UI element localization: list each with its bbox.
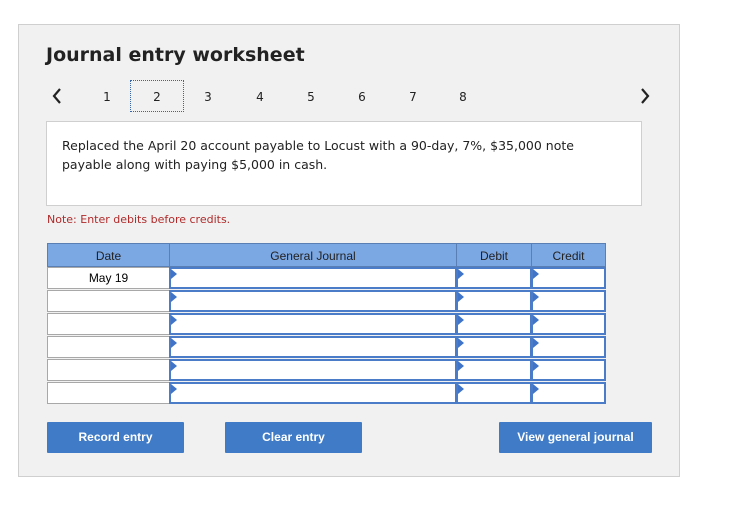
journal-account-input[interactable] <box>169 382 457 404</box>
step-4[interactable]: 4 <box>249 86 271 108</box>
worksheet-title: Journal entry worksheet <box>46 44 305 66</box>
transaction-description-box: Replaced the April 20 account payable to… <box>46 121 642 206</box>
debit-input[interactable] <box>456 382 532 404</box>
next-arrow-icon[interactable] <box>638 86 652 106</box>
header-general-journal: General Journal <box>169 243 457 267</box>
step-1[interactable]: 1 <box>96 86 118 108</box>
step-6[interactable]: 6 <box>351 86 373 108</box>
journal-account-input[interactable] <box>169 313 457 335</box>
journal-account-input[interactable] <box>169 336 457 358</box>
credit-input[interactable] <box>531 336 606 358</box>
header-debit: Debit <box>456 243 532 267</box>
debit-input[interactable] <box>456 313 532 335</box>
journal-account-input[interactable] <box>169 359 457 381</box>
journal-account-input[interactable] <box>169 290 457 312</box>
step-2[interactable]: 2 <box>130 80 184 112</box>
clear-entry-button[interactable]: Clear entry <box>225 422 362 453</box>
date-cell <box>47 313 170 335</box>
credit-input[interactable] <box>531 267 606 289</box>
journal-account-input[interactable] <box>169 267 457 289</box>
transaction-description: Replaced the April 20 account payable to… <box>62 138 574 172</box>
instruction-note: Note: Enter debits before credits. <box>47 213 231 226</box>
debit-input[interactable] <box>456 336 532 358</box>
header-credit: Credit <box>531 243 606 267</box>
prev-arrow-icon[interactable] <box>50 86 64 106</box>
date-cell <box>47 359 170 381</box>
record-entry-button[interactable]: Record entry <box>47 422 184 453</box>
date-cell <box>47 382 170 404</box>
step-7[interactable]: 7 <box>402 86 424 108</box>
credit-input[interactable] <box>531 313 606 335</box>
credit-input[interactable] <box>531 290 606 312</box>
date-cell <box>47 290 170 312</box>
header-date: Date <box>47 243 170 267</box>
step-5[interactable]: 5 <box>300 86 322 108</box>
date-cell <box>47 336 170 358</box>
credit-input[interactable] <box>531 382 606 404</box>
step-3[interactable]: 3 <box>197 86 219 108</box>
debit-input[interactable] <box>456 290 532 312</box>
debit-input[interactable] <box>456 359 532 381</box>
date-cell: May 19 <box>47 267 170 289</box>
step-8[interactable]: 8 <box>452 86 474 108</box>
credit-input[interactable] <box>531 359 606 381</box>
view-general-journal-button[interactable]: View general journal <box>499 422 652 453</box>
debit-input[interactable] <box>456 267 532 289</box>
